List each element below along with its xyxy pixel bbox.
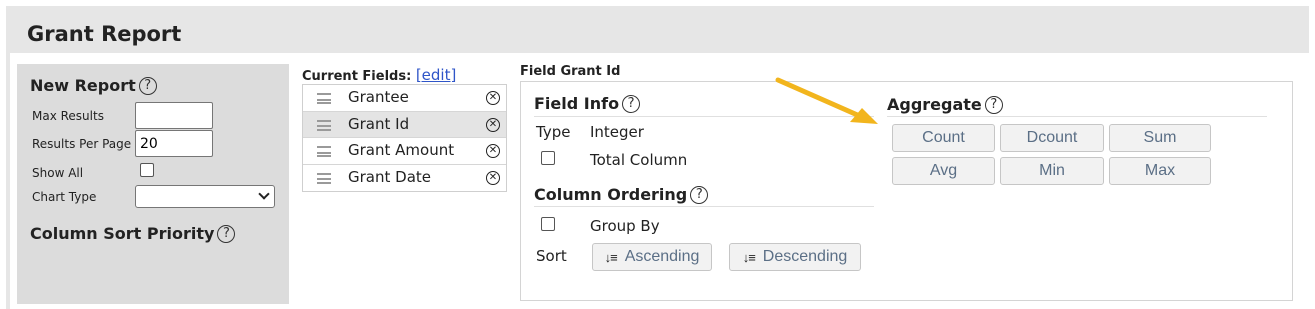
drag-handle-icon[interactable] (317, 146, 331, 157)
sort-descending-icon: ↓≡ (742, 249, 756, 265)
help-icon[interactable]: ? (984, 95, 1003, 114)
field-item-label: Grant Amount (348, 141, 455, 159)
results-per-page-input[interactable] (135, 130, 213, 157)
sort-label: Sort (536, 247, 567, 265)
help-icon[interactable]: ? (622, 94, 641, 113)
remove-circle-icon[interactable]: ✕ (486, 91, 500, 105)
divider (887, 116, 1267, 117)
aggregate-dcount-button[interactable]: Dcount (1000, 124, 1104, 152)
chart-type-select[interactable] (135, 185, 275, 208)
help-icon[interactable]: ? (138, 76, 157, 95)
sort-descending-label: Descending (762, 248, 848, 265)
sort-priority-heading-text: Column Sort Priority (30, 224, 215, 243)
chevron-down-icon (258, 188, 270, 200)
new-report-panel: New Report ? Max Results Results Per Pag… (17, 64, 289, 304)
field-item-grant-date[interactable]: Grant Date ✕ (303, 165, 506, 192)
max-results-input[interactable] (135, 102, 213, 129)
column-ordering-heading: Column Ordering ? (534, 185, 709, 204)
aggregate-count-button[interactable]: Count (892, 124, 995, 152)
group-by-checkbox[interactable] (541, 217, 555, 231)
new-report-heading-text: New Report (30, 76, 136, 95)
arrow-annotation-icon (775, 77, 878, 124)
current-fields-list: Grantee ✕ Grant Id ✕ Grant Amount ✕ Gran… (302, 84, 507, 192)
field-item-label: Grant Id (348, 114, 410, 133)
sort-ascending-label: Ascending (624, 248, 700, 265)
field-item-grant-id[interactable]: Grant Id ✕ (303, 111, 506, 138)
aggregate-min-button[interactable]: Min (1000, 157, 1104, 185)
field-info-heading: Field Info ? (534, 94, 641, 113)
edit-fields-link[interactable]: [edit] (416, 66, 457, 84)
total-column-label: Total Column (590, 151, 688, 169)
remove-circle-icon[interactable]: ✕ (486, 170, 500, 185)
drag-handle-icon[interactable] (317, 172, 331, 184)
type-label: Type (536, 123, 571, 141)
sort-ascending-icon: ↓≡ (604, 249, 618, 265)
help-icon[interactable]: ? (217, 224, 236, 243)
sort-priority-heading: Column Sort Priority ? (30, 224, 236, 243)
sort-ascending-button[interactable]: ↓≡ Ascending (592, 243, 712, 271)
field-info-heading-text: Field Info (534, 94, 620, 113)
field-item-grant-amount[interactable]: Grant Amount ✕ (303, 138, 506, 165)
field-item-label: Grant Date (348, 167, 431, 186)
page-title: Grant Report (27, 22, 182, 46)
aggregate-sum-button[interactable]: Sum (1109, 124, 1211, 152)
drag-handle-icon[interactable] (317, 119, 331, 131)
max-results-label: Max Results (32, 109, 104, 123)
aggregate-max-button[interactable]: Max (1109, 157, 1211, 185)
type-value: Integer (590, 123, 644, 141)
current-fields-title: Current Fields: [edit] (302, 66, 456, 84)
aggregate-heading: Aggregate ? (887, 95, 1003, 114)
sort-descending-button[interactable]: ↓≡ Descending (729, 243, 861, 271)
results-per-page-label: Results Per Page (32, 137, 132, 151)
show-all-checkbox[interactable] (140, 163, 154, 177)
divider (534, 206, 874, 207)
drag-handle-icon[interactable] (317, 93, 331, 104)
help-icon[interactable]: ? (690, 185, 709, 204)
show-all-label: Show All (32, 166, 84, 180)
aggregate-heading-text: Aggregate (887, 95, 982, 114)
remove-circle-icon[interactable]: ✕ (486, 144, 500, 158)
remove-circle-icon[interactable]: ✕ (486, 117, 500, 132)
field-item-grantee[interactable]: Grantee ✕ (303, 85, 506, 112)
chart-type-label: Chart Type (32, 190, 97, 204)
current-fields-label: Current Fields: (302, 69, 412, 84)
new-report-heading: New Report ? (30, 76, 157, 95)
field-item-label: Grantee (348, 88, 409, 106)
field-panel-title: Field Grant Id (520, 64, 621, 79)
aggregate-avg-button[interactable]: Avg (892, 157, 995, 185)
total-column-checkbox[interactable] (541, 151, 555, 165)
column-ordering-heading-text: Column Ordering (534, 185, 688, 204)
group-by-label: Group By (590, 217, 660, 235)
